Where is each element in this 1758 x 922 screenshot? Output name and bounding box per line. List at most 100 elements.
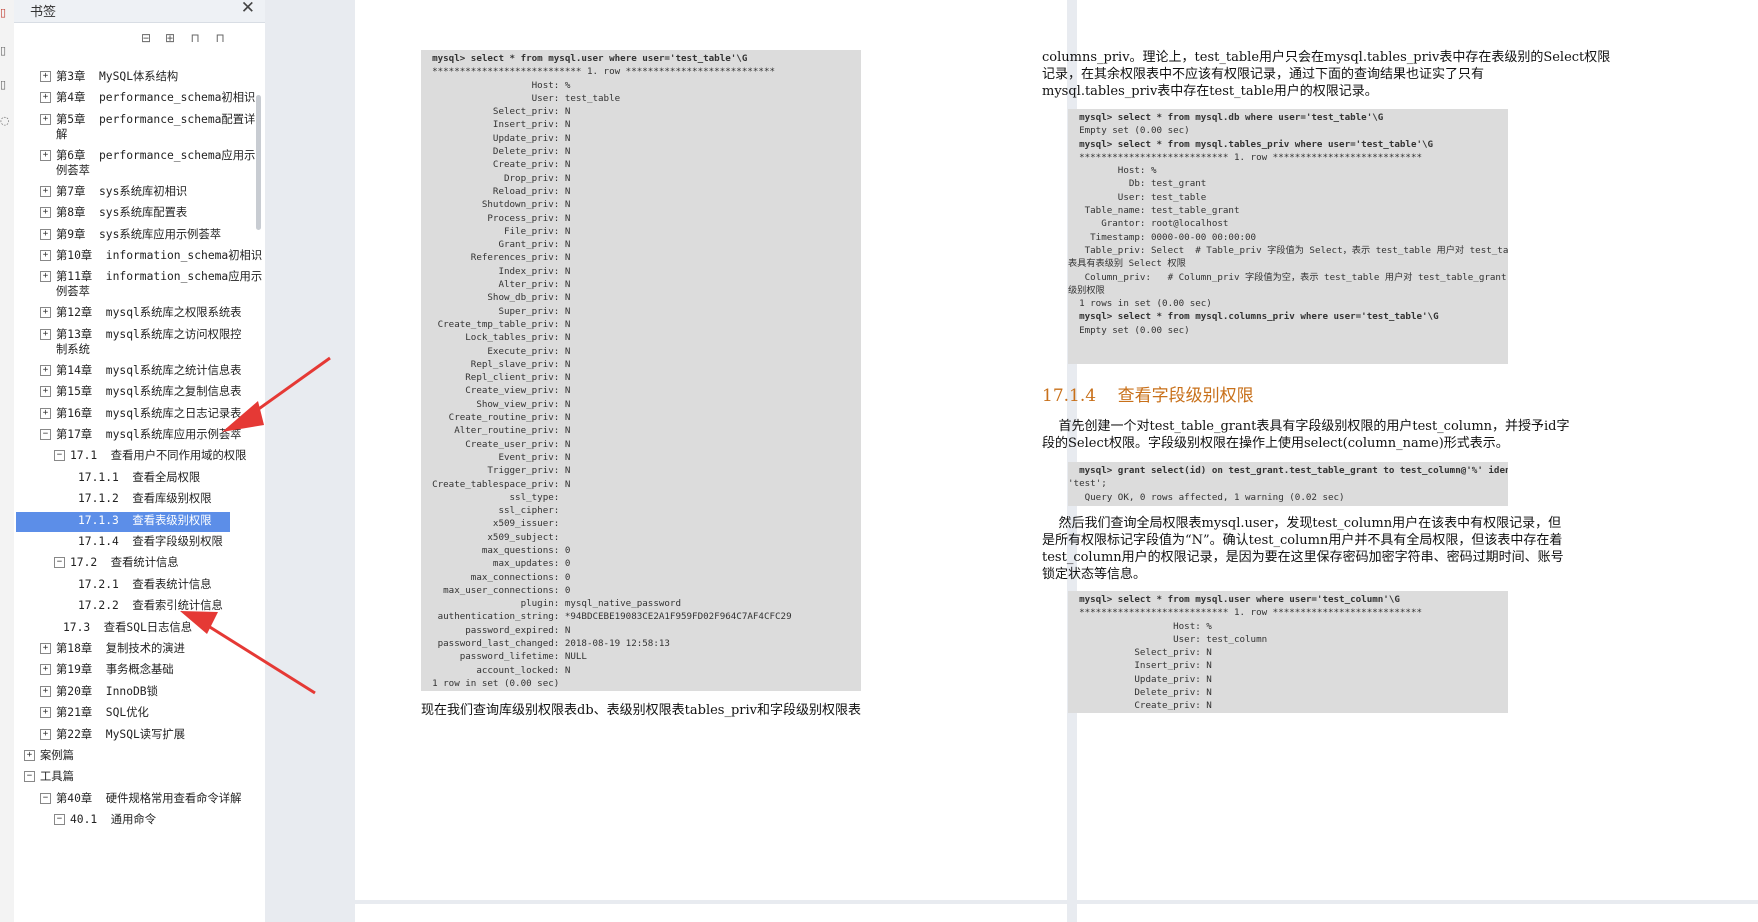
- code-line: 'test';: [1068, 478, 1107, 490]
- expand-icon[interactable]: +: [40, 228, 51, 240]
- bookmark-item[interactable]: −40.1 通用命令: [16, 811, 230, 831]
- text-line: test_column用户的权限记录，是因为要在这里保存密码加密字符串、密码过期…: [1042, 550, 1564, 565]
- bookmark-item[interactable]: + 第21章 SQL优化: [16, 704, 230, 724]
- bookmark-item[interactable]: + 第8章 sys系统库配置表: [16, 204, 230, 224]
- bookmark-label: 第8章 sys系统库配置表: [56, 206, 188, 220]
- bookmark-item[interactable]: 17.1.1 查看全局权限: [16, 469, 230, 489]
- bookmark-item[interactable]: 17.2.2 查看索引统计信息: [16, 597, 230, 617]
- code-block-user-column: mysql> select * from mysql.user where us…: [1068, 591, 1508, 713]
- expand-icon[interactable]: +: [40, 207, 51, 219]
- bookmark-item[interactable]: 17.1.3 查看表级别权限: [16, 511, 230, 532]
- annotation-icon[interactable]: ▯: [0, 78, 12, 92]
- code-line: x509_issuer:: [421, 518, 560, 530]
- bookmark-item[interactable]: − 工具篇: [16, 768, 230, 788]
- code-line: x509_subject:: [421, 531, 560, 543]
- close-icon[interactable]: ✕: [241, 0, 255, 18]
- bookmark-item[interactable]: −17.2 查看统计信息: [16, 554, 230, 574]
- page-left-caption: 现在我们查询库级别权限表db、表级别权限表tables_priv和字段级别权限表: [421, 703, 862, 718]
- expand-icon[interactable]: +: [40, 250, 51, 261]
- bookmark-label: 17.1.2 查看库级别权限: [78, 492, 212, 506]
- expand-icon[interactable]: +: [40, 185, 51, 197]
- code-line: Create_routine_priv: N: [421, 412, 571, 424]
- code-line: 级别权限: [1068, 284, 1105, 296]
- code-line: Empty set (0.00 sec): [1068, 324, 1190, 336]
- collapse-icon[interactable]: −: [54, 814, 65, 826]
- bookmark-icon[interactable]: ⊓: [212, 31, 228, 45]
- bookmark-item[interactable]: + 第5章 performance_schema配置详解: [16, 111, 255, 145]
- code-line: mysql> grant select(id) on test_grant.te…: [1079, 465, 1508, 476]
- bookmark-item[interactable]: + 第22章 MySQL读写扩展: [16, 726, 230, 746]
- bookmark-item[interactable]: + 第19章 事务概念基础: [16, 661, 230, 681]
- bookmark-item[interactable]: + 第9章 sys系统库应用示例荟萃: [16, 226, 230, 246]
- bookmark-item[interactable]: + 案例篇: [16, 747, 230, 767]
- bookmark-sidebar: 书签 ✕ ⊟ ⊞ ⊓ ⊓ + 第3章 MySQL体系结构 + 第4章 performance…: [14, 0, 266, 922]
- bookmark-item[interactable]: + 第10章 information_schema初相识: [16, 247, 262, 267]
- code-line: mysql> select * from mysql.user where us…: [421, 53, 748, 64]
- bookmark-item[interactable]: + 第3章 MySQL体系结构: [16, 68, 230, 88]
- sidebar-scrollbar[interactable]: [256, 95, 261, 230]
- code-line: Repl_client_priv: N: [421, 372, 571, 384]
- collapse-icon[interactable]: −: [24, 771, 35, 783]
- expand-icon[interactable]: +: [40, 643, 51, 654]
- expand-icon[interactable]: +: [40, 386, 51, 398]
- bookmark-item[interactable]: − 第17章 mysql系统库应用示例荟萃: [16, 426, 241, 446]
- bookmark-item[interactable]: + 第20章 InnoDB锁: [16, 683, 230, 703]
- expand-icon[interactable]: +: [40, 92, 51, 104]
- text-line: 段的Select权限。字段级别权限在操作上使用select(column_nam…: [1042, 436, 1509, 451]
- bookmark-item[interactable]: + 第12章 mysql系统库之权限系统表: [16, 304, 241, 324]
- code-line: Grantor: root@localhost: [1068, 218, 1229, 230]
- expand-icon[interactable]: +: [40, 71, 51, 82]
- bookmark-panel-icon[interactable]: ▯: [0, 6, 12, 20]
- bookmark-item[interactable]: −17.1 查看用户不同作用域的权限: [16, 447, 246, 467]
- expand-icon[interactable]: +: [40, 707, 51, 719]
- bookmark-add-icon[interactable]: ⊓: [187, 31, 203, 45]
- expand-icon[interactable]: +: [40, 728, 51, 740]
- expand-icon[interactable]: +: [40, 113, 51, 125]
- thumbnail-icon[interactable]: ▯: [0, 44, 12, 58]
- bookmark-item[interactable]: 17.2.1 查看表统计信息: [16, 576, 230, 596]
- collapse-icon[interactable]: −: [54, 557, 65, 569]
- section-heading: 17.1.4 查看字段级别权限: [1042, 386, 1254, 406]
- bookmark-item[interactable]: + 第11章 information_schema应用示 例荟萃: [16, 268, 262, 302]
- bookmark-item[interactable]: + 第14章 mysql系统库之统计信息表: [16, 362, 241, 382]
- bookmark-item[interactable]: − 第40章 硬件规格常用查看命令详解: [16, 790, 241, 810]
- code-line: 1 row in set (0.00 sec): [421, 677, 560, 689]
- bookmark-item[interactable]: + 第15章 mysql系统库之复制信息表: [16, 383, 241, 403]
- expand-icon[interactable]: +: [40, 271, 51, 283]
- expand-icon[interactable]: +: [40, 328, 51, 340]
- expand-icon[interactable]: +: [40, 149, 51, 161]
- collapse-icon[interactable]: −: [40, 429, 51, 440]
- bookmark-item[interactable]: + 第16章 mysql系统库之日志记录表: [16, 405, 241, 425]
- collapse-icon[interactable]: −: [40, 792, 51, 804]
- expand-icon[interactable]: +: [40, 664, 51, 676]
- expand-icon[interactable]: +: [40, 307, 51, 319]
- collapse-all-icon[interactable]: ⊟: [138, 31, 154, 45]
- bookmark-item[interactable]: + 第13章 mysql系统库之访问权限控 制系统: [16, 326, 241, 360]
- left-toolbar-strip: ▯ ▯ ▯ ◌: [0, 0, 15, 922]
- text-line: columns_priv。理论上，test_table用户只会在mysql.ta…: [1042, 50, 1611, 65]
- bookmark-item[interactable]: + 第18章 复制技术的演进: [16, 640, 230, 660]
- code-line: *************************** 1. row *****…: [1068, 151, 1423, 163]
- expand-all-icon[interactable]: ⊞: [162, 31, 178, 45]
- collapse-icon[interactable]: −: [54, 450, 65, 462]
- bookmark-label: 17.1 查看用户不同作用域的权限: [70, 449, 247, 463]
- bookmark-item[interactable]: 17.1.4 查看字段级别权限: [16, 533, 230, 553]
- document-viewer[interactable]: mysql> select * from mysql.user where us…: [265, 0, 1758, 922]
- paragraph-columns-priv: columns_priv。理论上，test_table用户只会在mysql.ta…: [1042, 49, 1611, 100]
- expand-icon[interactable]: +: [40, 364, 51, 376]
- bookmark-item[interactable]: + 第7章 sys系统库初相识: [16, 183, 230, 203]
- search-icon[interactable]: ◌: [0, 114, 12, 128]
- bookmark-item[interactable]: + 第4章 performance_schema初相识: [16, 89, 255, 109]
- bookmark-item[interactable]: 17.3 查看SQL日志信息: [16, 619, 230, 639]
- expand-icon[interactable]: +: [40, 685, 51, 697]
- text-line: 记录，在其余权限表中不应该有权限记录，通过下面的查询结果也证实了只有: [1042, 67, 1485, 82]
- bookmark-label: 第7章 sys系统库初相识: [56, 184, 188, 198]
- bookmark-item[interactable]: 17.1.2 查看库级别权限: [16, 490, 230, 510]
- expand-icon[interactable]: +: [24, 750, 35, 761]
- code-line: mysql> select * from mysql.db where user…: [1068, 112, 1384, 123]
- bookmark-item[interactable]: + 第6章 performance_schema应用示 例荟萃: [16, 147, 255, 181]
- code-line: Repl_slave_priv: N: [421, 358, 571, 370]
- code-line: Create_view_priv: N: [421, 385, 571, 397]
- expand-icon[interactable]: +: [40, 407, 51, 419]
- code-line: Empty set (0.00 sec): [1068, 125, 1190, 137]
